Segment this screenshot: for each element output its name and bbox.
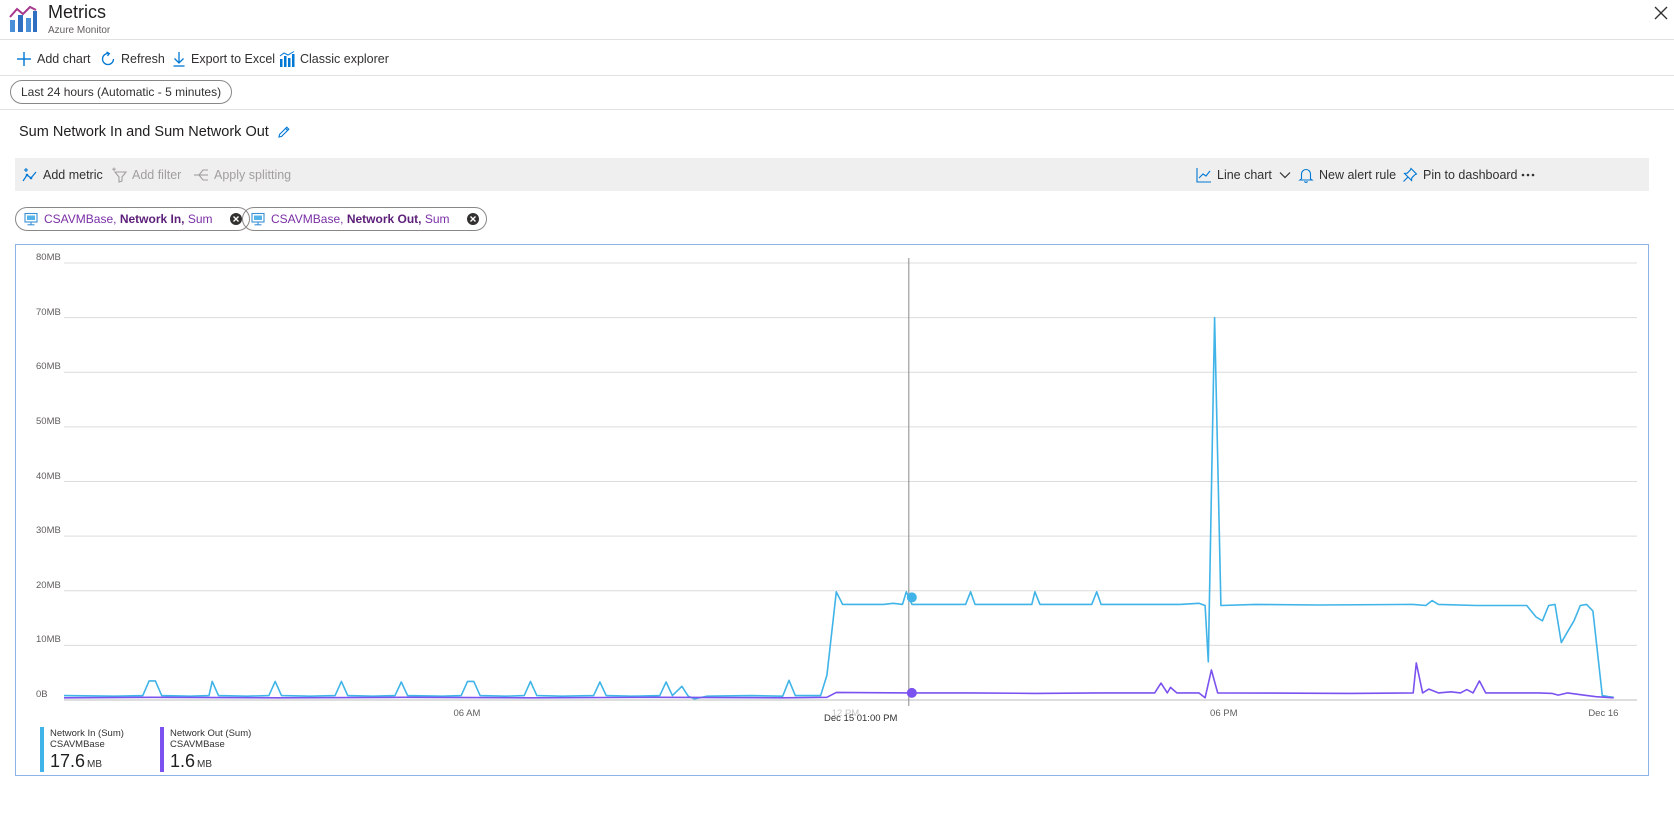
- export-excel-button[interactable]: Export to Excel: [172, 41, 275, 76]
- pin-to-dashboard-button[interactable]: Pin to dashboard: [1402, 158, 1518, 191]
- pin-icon: [1403, 167, 1418, 182]
- add-chart-label: Add chart: [37, 51, 91, 66]
- chart-toolbar: Add metric Add filter Apply splitting Li…: [15, 158, 1649, 191]
- legend-color-swatch: [160, 727, 164, 772]
- pill-resource: CSAVMBase,: [44, 212, 117, 226]
- chart-title: Sum Network In and Sum Network Out: [19, 124, 291, 140]
- y-tick-label: 80MB: [36, 252, 61, 263]
- pill-metric: Network In,: [119, 212, 185, 226]
- metrics-icon: [9, 5, 37, 32]
- vm-icon: [24, 212, 38, 226]
- classic-explorer-button[interactable]: Classic explorer: [279, 41, 389, 76]
- legend-series-name: Network Out (Sum): [170, 728, 252, 739]
- legend-resource: CSAVMBase: [170, 739, 225, 750]
- new-alert-rule-label: New alert rule: [1319, 167, 1397, 182]
- apply-splitting-button[interactable]: Apply splitting: [193, 158, 291, 191]
- crosshair-time-label: Dec 15 01:00 PM: [824, 713, 898, 724]
- legend-color-swatch: [40, 727, 44, 772]
- y-tick-label: 0B: [36, 689, 48, 700]
- ellipsis-icon: [1521, 173, 1535, 176]
- refresh-button[interactable]: Refresh: [100, 41, 165, 76]
- add-filter-button[interactable]: Add filter: [111, 158, 181, 191]
- command-bar: Add chart Refresh Export to Excel Classi…: [0, 41, 1674, 76]
- remove-metric-icon[interactable]: [466, 212, 480, 226]
- chart-area[interactable]: [15, 244, 1649, 776]
- legend-text: Network In (Sum) CSAVMBase: [50, 728, 124, 750]
- legend-value: 17.6 MB: [50, 751, 102, 772]
- line-chart-icon: [1196, 167, 1211, 183]
- y-tick-label: 20MB: [36, 579, 61, 591]
- refresh-label: Refresh: [121, 51, 165, 66]
- page-subtitle: Azure Monitor: [48, 25, 111, 36]
- new-alert-rule-button[interactable]: New alert rule: [1298, 158, 1396, 191]
- more-options-button[interactable]: [1521, 158, 1540, 191]
- refresh-icon: [101, 50, 115, 65]
- y-tick-label: 60MB: [36, 361, 61, 373]
- y-tick-label: 40MB: [36, 470, 61, 482]
- legend-text: Network Out (Sum) CSAVMBase: [170, 728, 251, 750]
- y-tick-label: 10MB: [36, 634, 61, 646]
- download-icon: [173, 51, 185, 67]
- pill-aggregation: Sum: [424, 212, 450, 226]
- pencil-icon[interactable]: [277, 125, 291, 139]
- chart-type-label: Line chart: [1217, 167, 1272, 182]
- page-title: Metrics: [48, 2, 106, 22]
- classic-explorer-label: Classic explorer: [300, 51, 389, 66]
- time-range-picker[interactable]: Last 24 hours (Automatic - 5 minutes): [10, 80, 233, 104]
- legend-unit: MB: [87, 759, 103, 770]
- y-tick-label: 70MB: [36, 306, 61, 318]
- metric-pill-network-in[interactable]: CSAVMBase, Network In, Sum: [15, 207, 250, 231]
- bell-icon: [1298, 168, 1314, 183]
- legend-value-number: 1.6: [170, 751, 196, 771]
- remove-metric-icon[interactable]: [229, 212, 243, 226]
- x-tick-label: 06 PM: [1210, 708, 1238, 719]
- pill-metric: Network Out,: [346, 212, 422, 226]
- x-tick-label: Dec 16: [1588, 708, 1619, 719]
- add-metric-button[interactable]: Add metric: [22, 158, 103, 191]
- x-tick-label: 06 AM: [453, 708, 481, 719]
- plus-icon: [17, 51, 31, 66]
- add-metric-icon: [22, 167, 37, 181]
- chart-type-dropdown[interactable]: Line chart: [1196, 158, 1292, 191]
- vm-icon: [251, 212, 265, 226]
- legend-value: 1.6 MB: [170, 751, 212, 772]
- legend-value-number: 17.6: [50, 751, 86, 771]
- pill-resource: CSAVMBase,: [271, 212, 344, 226]
- y-tick-label: 30MB: [36, 525, 61, 537]
- add-metric-label: Add metric: [43, 167, 103, 182]
- metric-pill-network-out[interactable]: CSAVMBase, Network Out, Sum: [242, 207, 487, 231]
- chart-title-text: Sum Network In and Sum Network Out: [19, 124, 269, 140]
- close-icon[interactable]: [1652, 4, 1670, 22]
- splitting-icon: [194, 168, 208, 181]
- filter-icon: [112, 167, 127, 183]
- legend-series-name: Network In (Sum): [50, 728, 124, 739]
- time-range-bar: Last 24 hours (Automatic - 5 minutes): [0, 77, 1674, 110]
- add-chart-button[interactable]: Add chart: [16, 41, 91, 76]
- apply-splitting-label: Apply splitting: [214, 167, 292, 182]
- title-bar: Metrics Azure Monitor: [0, 0, 1674, 40]
- pill-aggregation: Sum: [187, 212, 213, 226]
- export-excel-label: Export to Excel: [191, 51, 276, 66]
- pin-to-dashboard-label: Pin to dashboard: [1423, 167, 1518, 182]
- chevron-down-icon: [1279, 171, 1291, 178]
- classic-explorer-icon: [279, 50, 295, 67]
- legend-unit: MB: [197, 759, 213, 770]
- y-tick-label: 50MB: [36, 415, 61, 427]
- add-filter-label: Add filter: [132, 167, 182, 182]
- legend-resource: CSAVMBase: [50, 739, 105, 750]
